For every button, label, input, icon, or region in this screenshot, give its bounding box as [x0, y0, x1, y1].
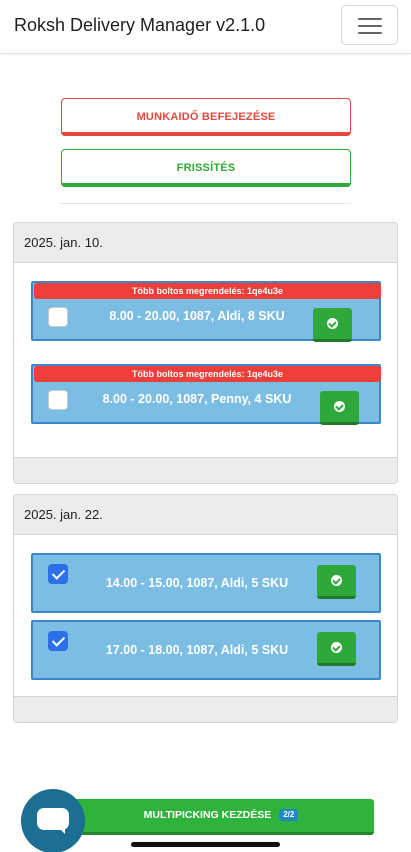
multi-store-flag: Több boltos megrendelés: 1qe4u3e	[34, 366, 381, 382]
hamburger-line	[358, 18, 382, 20]
divider	[61, 203, 351, 204]
top-navbar: Roksh Delivery Manager v2.1.0	[0, 0, 411, 54]
end-shift-button[interactable]: MUNKAIDŐ BEFEJEZÉSE	[61, 98, 351, 136]
delivery-item: 8.00 - 20.00, 1087, Penny, 4 SKU Több bo…	[31, 364, 381, 425]
delivery-item: 17.00 - 18.00, 1087, Aldi, 5 SKU	[31, 620, 381, 680]
check-circle-icon[interactable]	[317, 565, 356, 599]
delivery-group: 2025. jan. 10. 8.00 - 20.00, 1087, Aldi,…	[13, 222, 398, 484]
item-checkbox[interactable]	[48, 390, 68, 410]
multipicking-start-button[interactable]: MULTIPICKING KEZDÉSE 2/2	[68, 799, 374, 835]
check-circle-icon[interactable]	[320, 391, 359, 425]
hamburger-icon[interactable]	[341, 5, 398, 45]
delivery-item: 14.00 - 15.00, 1087, Aldi, 5 SKU	[31, 553, 381, 613]
group-footer	[14, 457, 397, 483]
multi-store-flag: Több boltos megrendelés: 1qe4u3e	[34, 283, 381, 299]
check-circle-icon[interactable]	[317, 632, 356, 666]
group-date: 2025. jan. 10.	[14, 223, 397, 263]
refresh-button[interactable]: FRISSÍTÉS	[61, 149, 351, 187]
group-date: 2025. jan. 22.	[14, 495, 397, 535]
checkbox-cell	[33, 622, 85, 678]
checkbox-cell	[33, 555, 85, 611]
item-checkbox[interactable]	[48, 307, 68, 327]
item-checkbox[interactable]	[48, 631, 68, 651]
delivery-group: 2025. jan. 22. 14.00 - 15.00, 1087, Aldi…	[13, 494, 398, 723]
multipicking-label: MULTIPICKING KEZDÉSE	[143, 809, 272, 821]
chat-icon[interactable]	[21, 789, 85, 852]
delivery-item: 8.00 - 20.00, 1087, Aldi, 8 SKU Több bol…	[31, 281, 381, 342]
hamburger-line	[358, 25, 382, 27]
item-checkbox[interactable]	[48, 564, 68, 584]
check-circle-icon[interactable]	[313, 308, 352, 342]
multipicking-count-badge: 2/2	[279, 809, 299, 821]
hamburger-line	[358, 32, 382, 34]
home-indicator	[131, 842, 280, 847]
app-title[interactable]: Roksh Delivery Manager v2.1.0	[14, 15, 265, 36]
group-footer	[14, 696, 397, 722]
